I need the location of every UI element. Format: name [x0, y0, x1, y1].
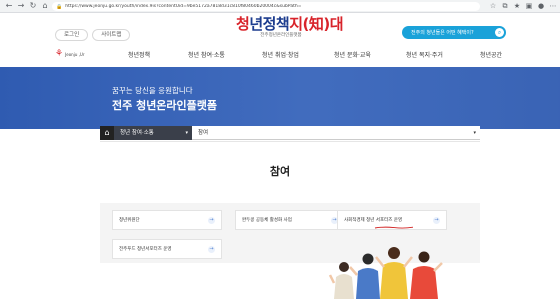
profile-icon[interactable]: ● — [536, 1, 546, 11]
card-label: 완두콩 공동체 활성화 사업 — [242, 218, 292, 223]
nav-item-employment[interactable]: 청년 취업·창업 — [262, 50, 299, 59]
arrow-right-icon: → — [208, 217, 215, 224]
brand-title: 청년정책지(知)대 — [236, 15, 344, 33]
nav-item-welfare[interactable]: 청년 복지·주거 — [406, 50, 443, 59]
url-text: https://www.jeonju.go.kr/youth/index.9is… — [65, 4, 302, 9]
breadcrumb-level2-select[interactable]: 참여 ▾ — [192, 126, 480, 140]
nav-item-space[interactable]: 청년공간 — [480, 50, 502, 59]
person-center-left — [349, 253, 380, 299]
card-label: 전주푸드 청년서포터즈 운영 — [119, 247, 172, 252]
breadcrumb-level2-label: 참여 — [198, 130, 209, 136]
brand-title-part-3: 지(知)대 — [289, 15, 344, 33]
annotation-underline — [374, 226, 414, 229]
brand-subtitle: 전주청년온라인플랫폼 — [260, 33, 302, 38]
divider — [100, 141, 480, 142]
benefit-search-label: 전주의 청년들은 어떤 혜택이? — [411, 30, 474, 36]
back-icon[interactable]: ← — [3, 0, 15, 12]
person-center — [375, 247, 413, 299]
card-community-project[interactable]: 완두콩 공동체 활성화 사업 → — [235, 210, 345, 230]
breadcrumb-level1-label: 청년 참여·소통 — [120, 130, 154, 136]
site-brand[interactable]: 청년정책지(知)대 전주청년온라인플랫폼 — [236, 15, 344, 49]
star-icon[interactable]: ☆ — [488, 1, 498, 11]
home-browser-icon[interactable]: ⌂ — [39, 0, 51, 12]
search-icon: ⌕ — [495, 28, 504, 37]
nav-item-culture[interactable]: 청년 문화·교육 — [334, 50, 371, 59]
breadcrumb-level1-select[interactable]: 청년 참여·소통 ▾ — [114, 126, 192, 140]
nav-item-policy[interactable]: 청년정책 — [128, 50, 150, 59]
utility-links: 로그인 사이트맵 — [55, 29, 131, 41]
card-food-supporters[interactable]: 전주푸드 청년서포터즈 운영 → — [112, 239, 222, 259]
hero-subtitle: 꿈꾸는 당신을 응원합니다 — [112, 86, 193, 95]
address-bar[interactable]: 🔒 https://www.jeonju.go.kr/youth/index.9… — [52, 2, 480, 11]
menu-icon[interactable]: ⋯ — [548, 1, 558, 11]
breadcrumb-home-icon[interactable]: ⌂ — [100, 126, 114, 140]
arrow-right-icon: → — [208, 246, 215, 253]
arrow-right-icon: → — [433, 217, 440, 224]
favorites-icon[interactable]: ★ — [512, 1, 522, 11]
card-label: 사회적경제 청년 서포터즈 운영 — [344, 218, 403, 223]
card-youth-committee[interactable]: 청년위원단 → — [112, 210, 222, 230]
page-title: 참여 — [269, 165, 291, 178]
sitemap-button[interactable]: 사이트맵 — [92, 29, 131, 41]
breadcrumb: ⌂ 청년 참여·소통 ▾ 참여 ▾ — [100, 126, 480, 140]
hero-title: 전주 청년온라인플랫폼 — [112, 99, 218, 112]
extensions-icon[interactable]: ⧉ — [500, 1, 510, 11]
main-nav: 청년정책 청년 참여·소통 청년 취업·창업 청년 문화·교육 청년 복지·주거… — [0, 50, 560, 59]
hero-banner: 꿈꾸는 당신을 응원합니다 전주 청년온라인플랫폼 — [0, 67, 560, 129]
chevron-down-icon: ▾ — [473, 130, 476, 136]
chevron-down-icon: ▾ — [185, 130, 188, 136]
reload-icon[interactable]: ↻ — [27, 0, 39, 12]
brand-title-part-2: 년정책 — [249, 15, 290, 33]
browser-toolbar: ← → ↻ ⌂ 🔒 https://www.jeonju.go.kr/youth… — [0, 0, 560, 13]
brand-title-part-1: 청 — [236, 15, 250, 33]
benefit-search-button[interactable]: 전주의 청년들은 어떤 혜택이? ⌕ — [402, 26, 506, 39]
card-label: 청년위원단 — [119, 218, 140, 223]
login-button[interactable]: 로그인 — [55, 29, 89, 41]
collections-icon[interactable]: ▣ — [524, 1, 534, 11]
nav-item-participation[interactable]: 청년 참여·소통 — [188, 50, 225, 59]
browser-actions: ☆ ⧉ ★ ▣ ● ⋯ — [488, 1, 558, 11]
person-right — [410, 251, 443, 299]
forward-icon[interactable]: → — [15, 0, 27, 12]
youth-illustration — [328, 247, 443, 299]
lock-icon: 🔒 — [56, 3, 63, 10]
